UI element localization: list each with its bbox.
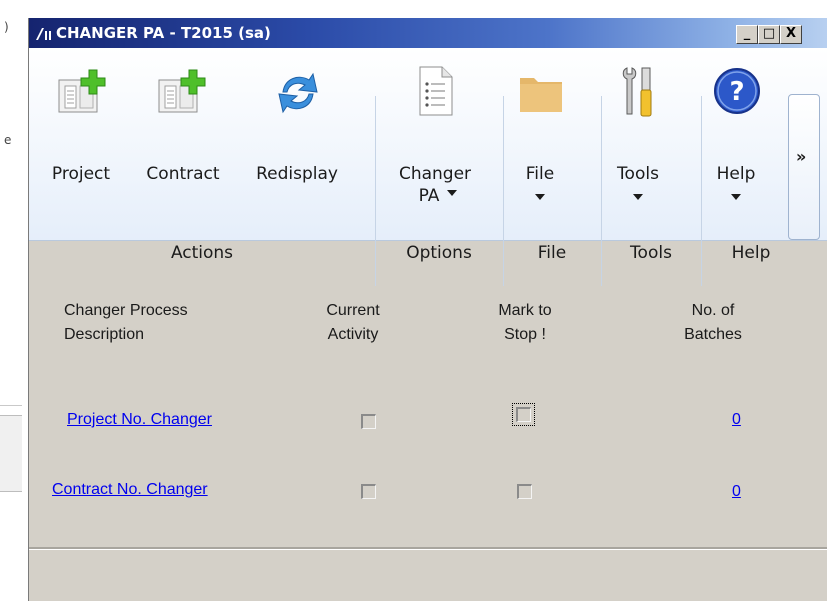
contract-label: Contract xyxy=(146,164,220,184)
mark-to-stop-checkbox[interactable] xyxy=(516,407,531,422)
column-header-mark-to-stop: Mark to Stop ! xyxy=(498,302,552,343)
minimize-button[interactable]: _ xyxy=(736,25,758,44)
column-header-description: Changer Process Description xyxy=(64,302,188,343)
batches-count-link[interactable]: 0 xyxy=(732,483,741,501)
changer-pa-window: CHANGER PA - T2015 (sa) _ □ X Project Co… xyxy=(28,18,827,601)
tools-icon xyxy=(622,67,652,117)
background-window: ) e xyxy=(0,0,28,601)
background-divider xyxy=(0,405,22,406)
new-contract-icon xyxy=(158,69,206,113)
svg-text:?: ? xyxy=(729,77,744,107)
folder-icon xyxy=(520,78,562,112)
group-label-tools: Tools xyxy=(630,243,672,263)
close-button[interactable]: X xyxy=(780,25,802,44)
project-no-changer-link[interactable]: Project No. Changer xyxy=(67,411,212,429)
app-icon xyxy=(36,28,51,40)
current-activity-checkbox[interactable] xyxy=(361,414,376,429)
group-label-options: Options xyxy=(406,243,472,263)
current-activity-checkbox[interactable] xyxy=(361,484,376,499)
refresh-icon xyxy=(278,72,318,114)
column-header-batches: No. of Batches xyxy=(684,302,742,343)
maximize-button[interactable]: □ xyxy=(758,25,780,44)
tools-label: Tools xyxy=(617,164,659,184)
ribbon-overflow-button[interactable]: » xyxy=(788,94,820,240)
form-divider xyxy=(29,547,827,550)
ribbon: Project Contract Redisplay Changer PA Fi… xyxy=(29,48,827,286)
background-panel xyxy=(0,415,22,492)
group-label-actions: Actions xyxy=(170,243,234,263)
mark-to-stop-checkbox[interactable] xyxy=(517,484,532,499)
window-title: CHANGER PA - T2015 (sa) xyxy=(56,24,271,42)
chevron-double-right-icon: » xyxy=(796,147,807,166)
chevron-down-icon xyxy=(447,190,457,196)
changer-pa-label-2: PA xyxy=(418,186,440,206)
redisplay-label: Redisplay xyxy=(256,164,338,184)
group-label-help: Help xyxy=(731,243,771,263)
title-bar[interactable]: CHANGER PA - T2015 (sa) _ □ X xyxy=(29,18,827,48)
changer-pa-label: Changer xyxy=(398,164,472,184)
chevron-down-icon xyxy=(535,194,545,200)
help-label: Help xyxy=(716,164,756,184)
chevron-down-icon xyxy=(633,194,643,200)
contract-no-changer-link[interactable]: Contract No. Changer xyxy=(52,481,208,499)
help-icon: ? xyxy=(714,68,760,114)
project-label: Project xyxy=(51,164,111,184)
background-text: e xyxy=(4,133,12,147)
background-text: ) xyxy=(4,20,9,34)
document-list-icon xyxy=(419,66,453,116)
new-project-icon xyxy=(58,69,106,113)
group-label-file: File xyxy=(537,243,567,263)
file-label: File xyxy=(525,164,555,184)
chevron-down-icon xyxy=(731,194,741,200)
column-header-current-activity: Current Activity xyxy=(326,302,380,343)
batches-count-link[interactable]: 0 xyxy=(732,411,741,429)
